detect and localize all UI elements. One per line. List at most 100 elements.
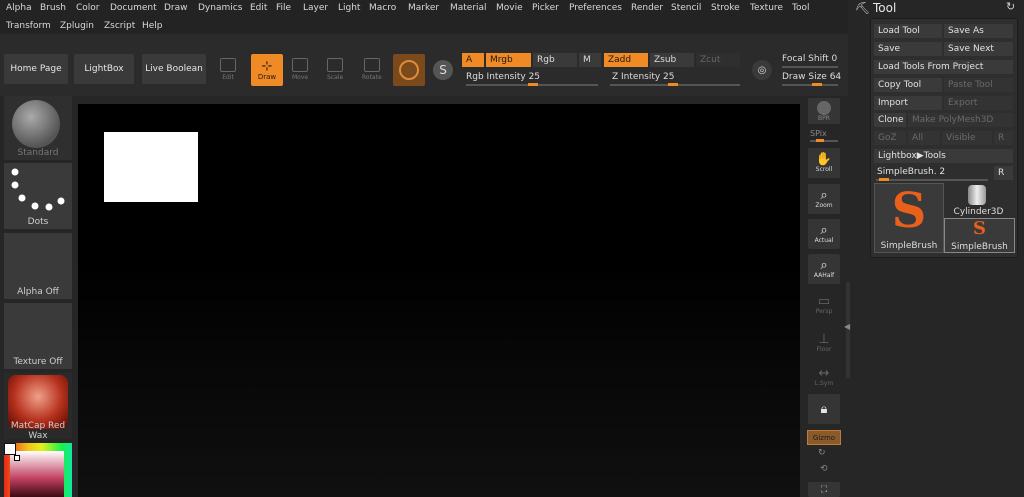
floor-icon: ⊥ (818, 332, 830, 347)
spix-knob[interactable] (816, 139, 824, 142)
menu-material[interactable]: Material (450, 3, 487, 13)
menu-help[interactable]: Help (142, 21, 163, 31)
focal-shift-slider[interactable] (782, 66, 838, 68)
dynamic-brush-size-icon[interactable]: ◎ (752, 60, 772, 80)
zsub-button[interactable]: Zsub (650, 53, 694, 67)
menu-texture[interactable]: Texture (750, 3, 783, 13)
a-button[interactable]: A (462, 53, 484, 67)
gizmo-reset-icon[interactable]: ⟲ (820, 464, 828, 474)
bpr-button[interactable]: BPR (808, 98, 840, 124)
menu-alpha[interactable]: Alpha (6, 3, 32, 13)
live-boolean-button[interactable]: Live Boolean (142, 54, 206, 84)
frame-button[interactable]: ⛶ (808, 482, 840, 497)
menu-render[interactable]: Render (631, 3, 663, 13)
scale-mode-label: Scale (327, 74, 344, 81)
menu-tool[interactable]: Tool (792, 3, 809, 13)
paste-tool-button[interactable]: Paste Tool (944, 78, 1013, 92)
draw-size-knob[interactable] (812, 83, 822, 86)
gizmo-button[interactable]: Gizmo (807, 430, 841, 445)
collapse-arrow-icon[interactable]: ◀ (844, 322, 850, 331)
material-thumbnail[interactable]: MatCap Red Wax (4, 373, 72, 441)
spix-slider[interactable] (810, 140, 838, 142)
menu-stroke[interactable]: Stroke (711, 3, 740, 13)
menu-picker[interactable]: Picker (532, 3, 559, 13)
main-color-swatch[interactable] (4, 443, 16, 455)
menu-layer[interactable]: Layer (303, 3, 328, 13)
make-polymesh3d-button[interactable]: Make PolyMesh3D (908, 113, 1013, 127)
menu-color[interactable]: Color (76, 3, 100, 13)
document-canvas[interactable] (78, 104, 800, 497)
menu-light[interactable]: Light (338, 3, 360, 13)
current-tool-slider[interactable] (876, 179, 988, 181)
lightbox-tools-button[interactable]: Lightbox▶Tools (874, 149, 1013, 163)
texture-thumbnail[interactable]: Texture Off (4, 303, 72, 369)
save-next-button[interactable]: Save Next (944, 42, 1013, 56)
m-button[interactable]: M (579, 53, 601, 67)
import-button[interactable]: Import (874, 96, 942, 110)
save-as-button[interactable]: Save As (944, 24, 1013, 38)
rgb-button[interactable]: Rgb (533, 53, 577, 67)
brush-thumbnail[interactable]: Standard (4, 96, 72, 160)
menu-preferences[interactable]: Preferences (569, 3, 622, 13)
current-tool-r-button[interactable]: R (994, 166, 1013, 180)
simplebrush-small-thumbnail[interactable]: S SimpleBrush (944, 218, 1015, 253)
menu-brush[interactable]: Brush (40, 3, 66, 13)
z-intensity-knob[interactable] (668, 83, 678, 86)
lightbox-button[interactable]: LightBox (74, 54, 134, 84)
palette-refresh-icon[interactable]: ↻ (1006, 0, 1015, 13)
goz-button[interactable]: GoZ (874, 131, 906, 145)
menu-zscript[interactable]: Zscript (104, 21, 135, 31)
goz-r-button[interactable]: R (994, 131, 1013, 145)
mrgb-button[interactable]: Mrgb (486, 53, 531, 67)
scale-mode-button[interactable]: Scale (327, 58, 343, 81)
simplebrush-thumbnail[interactable]: S SimpleBrush (874, 183, 944, 253)
save-button[interactable]: Save (874, 42, 942, 56)
menu-draw[interactable]: Draw (164, 3, 188, 13)
zadd-button[interactable]: Zadd (604, 53, 648, 67)
zcut-button[interactable]: Zcut (696, 53, 740, 67)
load-tools-from-project-button[interactable]: Load Tools From Project (874, 60, 1013, 74)
menu-edit[interactable]: Edit (250, 3, 267, 13)
draw-size-slider[interactable] (782, 84, 838, 86)
zoom-button[interactable]: ⌕ Zoom (808, 184, 840, 214)
tool-palette-title[interactable]: Tool (873, 1, 896, 15)
lsym-button[interactable]: ↔ L.Sym (808, 362, 840, 392)
stroke-icon[interactable]: S (433, 60, 453, 80)
stroke-thumbnail[interactable]: Dots (4, 163, 72, 229)
color-picker[interactable] (4, 443, 72, 497)
color-picker-cursor[interactable] (14, 455, 20, 461)
menu-transform[interactable]: Transform (6, 21, 51, 31)
all-button[interactable]: All (908, 131, 940, 145)
clone-button[interactable]: Clone (874, 113, 906, 127)
load-tool-button[interactable]: Load Tool (874, 24, 942, 38)
lock-button[interactable]: 🔒︎ (808, 394, 840, 424)
rgb-intensity-knob[interactable] (528, 83, 538, 86)
alpha-thumbnail[interactable]: Alpha Off (4, 233, 72, 299)
persp-button[interactable]: ▭ Persp (808, 290, 840, 320)
menu-document[interactable]: Document (110, 3, 157, 13)
menu-zplugin[interactable]: Zplugin (60, 21, 94, 31)
home-page-button[interactable]: Home Page (4, 54, 68, 84)
current-tool-knob[interactable] (879, 178, 889, 181)
cylinder3d-thumbnail[interactable]: Cylinder3D (944, 183, 1013, 217)
copy-tool-button[interactable]: Copy Tool (874, 78, 942, 92)
draw-mode-button[interactable]: ⊹ Draw (251, 54, 283, 86)
menu-macro[interactable]: Macro (369, 3, 396, 13)
scroll-button[interactable]: ✋ Scroll (808, 148, 840, 178)
brush-preview-button[interactable] (393, 54, 425, 86)
menu-stencil[interactable]: Stencil (671, 3, 701, 13)
move-mode-button[interactable]: Move (292, 58, 308, 81)
edit-mode-button[interactable]: Edit (220, 58, 236, 81)
menu-movie[interactable]: Movie (496, 3, 523, 13)
actual-button[interactable]: ⌕ Actual (808, 219, 840, 249)
export-button[interactable]: Export (944, 96, 1013, 110)
aahalf-button[interactable]: ⌕ AAHalf (808, 254, 840, 284)
rotate-mode-button[interactable]: Rotate (362, 58, 382, 81)
menu-marker[interactable]: Marker (408, 3, 439, 13)
menu-dynamics[interactable]: Dynamics (198, 3, 242, 13)
menu-file[interactable]: File (276, 3, 291, 13)
brush-circle-icon (399, 60, 419, 80)
floor-button[interactable]: ⊥ Floor (808, 328, 840, 358)
gizmo-rotate-icon[interactable]: ↻ (818, 448, 826, 458)
visible-button[interactable]: Visible (942, 131, 992, 145)
